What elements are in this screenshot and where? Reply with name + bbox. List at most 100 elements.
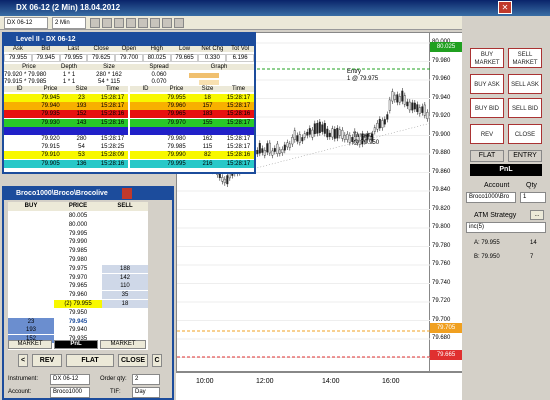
dom-buy-cell[interactable] <box>8 247 54 256</box>
dom-ladder[interactable]: BUY PRICE SELL 80.005 80.000 79.995 79.990 79.9… <box>8 202 148 350</box>
atm-strategy-select[interactable]: inc(5) <box>466 222 546 233</box>
dom-price-cell[interactable]: (2) 79.955 <box>54 300 102 308</box>
sell-ask-button[interactable]: SELL ASK <box>508 74 542 94</box>
dom-price-cell[interactable]: 79.965 <box>54 282 102 291</box>
buy-bid-button[interactable]: BUY BID <box>470 98 504 118</box>
zoom-out-icon[interactable] <box>138 18 148 28</box>
ask-row[interactable]: 79.990 82 15:28:16 <box>130 151 254 160</box>
dom-buy-cell[interactable] <box>8 264 54 273</box>
close-icon[interactable] <box>122 188 132 199</box>
dom-buy-cell[interactable] <box>8 229 54 238</box>
ask-row[interactable]: 79.955 18 15:28:17 <box>130 94 254 102</box>
ask-row[interactable]: 79.980 162 15:28:17 <box>130 135 254 143</box>
dom-price-cell[interactable]: 79.990 <box>54 238 102 247</box>
sell-bid-button[interactable]: SELL BID <box>508 98 542 118</box>
bid-row[interactable] <box>4 126 128 135</box>
dom-price-cell[interactable]: 79.940 <box>54 326 102 335</box>
dom-price-cell[interactable]: 79.975 <box>54 264 102 273</box>
bar-type-icon[interactable] <box>90 18 100 28</box>
window-controls[interactable] <box>525 2 545 14</box>
dom-price-cell[interactable]: 79.995 <box>54 229 102 238</box>
qty-input[interactable]: 1 <box>520 192 546 203</box>
crosshair-icon[interactable] <box>150 18 160 28</box>
zoom-in-icon[interactable] <box>126 18 136 28</box>
dom-buy-cell[interactable] <box>8 238 54 247</box>
sell-market-button[interactable]: SELL MARKET <box>508 48 542 68</box>
draw-line-icon[interactable] <box>162 18 172 28</box>
dom-sell-cell[interactable] <box>102 220 148 229</box>
dom-price-cell[interactable]: 80.005 <box>54 212 102 220</box>
bid-row[interactable]: 79.945 23 15:28:17 <box>4 94 128 102</box>
dom-sell-cell[interactable] <box>102 256 148 264</box>
dom-sell-cell[interactable] <box>102 326 148 335</box>
dom-price-cell[interactable]: 79.980 <box>54 256 102 264</box>
dom-sell-cell[interactable] <box>102 229 148 238</box>
flat-button[interactable]: FLAT <box>66 354 114 367</box>
ask-row[interactable]: 79.985 115 15:28:17 <box>130 143 254 152</box>
dom-sell-cell[interactable] <box>102 308 148 317</box>
dom-sell-cell[interactable]: 142 <box>102 273 148 282</box>
order-qty-input[interactable]: 2 <box>132 374 160 385</box>
close-button[interactable]: CLOSE <box>118 354 148 367</box>
c-button[interactable]: C <box>152 354 162 367</box>
sell-market-button[interactable]: MARKET <box>100 340 146 349</box>
dom-sell-cell[interactable]: 35 <box>102 291 148 300</box>
dom-sell-cell[interactable]: 18 <box>102 300 148 308</box>
interval-selector[interactable]: 2 Min <box>52 17 86 29</box>
buy-ask-button[interactable]: BUY ASK <box>470 74 504 94</box>
dom-sell-cell[interactable] <box>102 317 148 326</box>
dom-price-cell[interactable]: 79.960 <box>54 291 102 300</box>
dom-buy-cell[interactable] <box>8 273 54 282</box>
dom-scrollbar[interactable] <box>150 202 172 350</box>
dom-sell-cell[interactable] <box>102 247 148 256</box>
indicator-icon[interactable] <box>102 18 112 28</box>
order-icon[interactable] <box>174 18 184 28</box>
bid-row[interactable]: 79.905 136 15:28:16 <box>4 159 128 168</box>
account-select[interactable]: Broco1000 <box>50 387 90 398</box>
ask-row[interactable]: 79.960 157 15:28:17 <box>130 102 254 111</box>
ask-row[interactable]: 79.995 216 15:28:17 <box>130 159 254 168</box>
dom-sell-cell[interactable] <box>102 238 148 247</box>
dom-buy-cell[interactable] <box>8 308 54 317</box>
bid-row[interactable]: 79.920 280 15:28:17 <box>4 135 128 143</box>
bid-row[interactable]: 79.940 193 15:28:17 <box>4 102 128 111</box>
dom-price-cell[interactable]: 79.945 <box>54 317 102 326</box>
dom-buy-cell[interactable] <box>8 282 54 291</box>
chevron-left-icon[interactable]: < <box>18 354 28 367</box>
dom-buy-cell[interactable] <box>8 220 54 229</box>
account-select[interactable]: Broco1000\Bro <box>466 192 516 203</box>
entry-button[interactable]: ENTRY <box>508 150 542 162</box>
dom-buy-cell[interactable] <box>8 256 54 264</box>
ask-row[interactable]: 79.970 155 15:28:17 <box>130 118 254 127</box>
flat-button[interactable]: FLAT <box>470 150 504 162</box>
atm-settings-button[interactable]: ... <box>530 210 544 220</box>
dom-sell-cell[interactable]: 188 <box>102 264 148 273</box>
instrument-select[interactable]: DX 06-12 <box>50 374 90 385</box>
close-button[interactable]: CLOSE <box>508 124 542 144</box>
dom-buy-cell[interactable] <box>8 300 54 308</box>
ask-row[interactable]: 79.965 183 15:28:16 <box>130 110 254 119</box>
dom-price-cell[interactable]: 79.970 <box>54 273 102 282</box>
dom-price-cell[interactable]: 79.985 <box>54 247 102 256</box>
ask-row[interactable] <box>130 126 254 135</box>
dom-buy-cell[interactable]: 23 <box>8 317 54 326</box>
bid-row[interactable]: 79.910 53 15:28:09 <box>4 151 128 160</box>
dom-buy-cell[interactable]: 193 <box>8 326 54 335</box>
dom-price-cell[interactable]: 79.950 <box>54 308 102 317</box>
bid-row[interactable]: 79.915 54 15:28:25 <box>4 143 128 152</box>
dom-sell-cell[interactable] <box>102 212 148 220</box>
close-icon[interactable]: ✕ <box>498 1 512 14</box>
tif-select[interactable]: Day <box>132 387 160 398</box>
rev-button[interactable]: REV <box>470 124 504 144</box>
buy-market-button[interactable]: MARKET <box>8 340 52 349</box>
strategy-icon[interactable] <box>114 18 124 28</box>
dom-buy-cell[interactable] <box>8 212 54 220</box>
rev-button[interactable]: REV <box>32 354 62 367</box>
bid-row[interactable]: 79.935 152 15:28:16 <box>4 110 128 119</box>
dom-buy-cell[interactable] <box>8 291 54 300</box>
instrument-selector[interactable]: DX 06-12 <box>4 17 48 29</box>
bid-row[interactable]: 79.930 143 15:28:16 <box>4 118 128 127</box>
dom-sell-cell[interactable]: 110 <box>102 282 148 291</box>
dom-price-cell[interactable]: 80.000 <box>54 220 102 229</box>
buy-market-button[interactable]: BUY MARKET <box>470 48 504 68</box>
